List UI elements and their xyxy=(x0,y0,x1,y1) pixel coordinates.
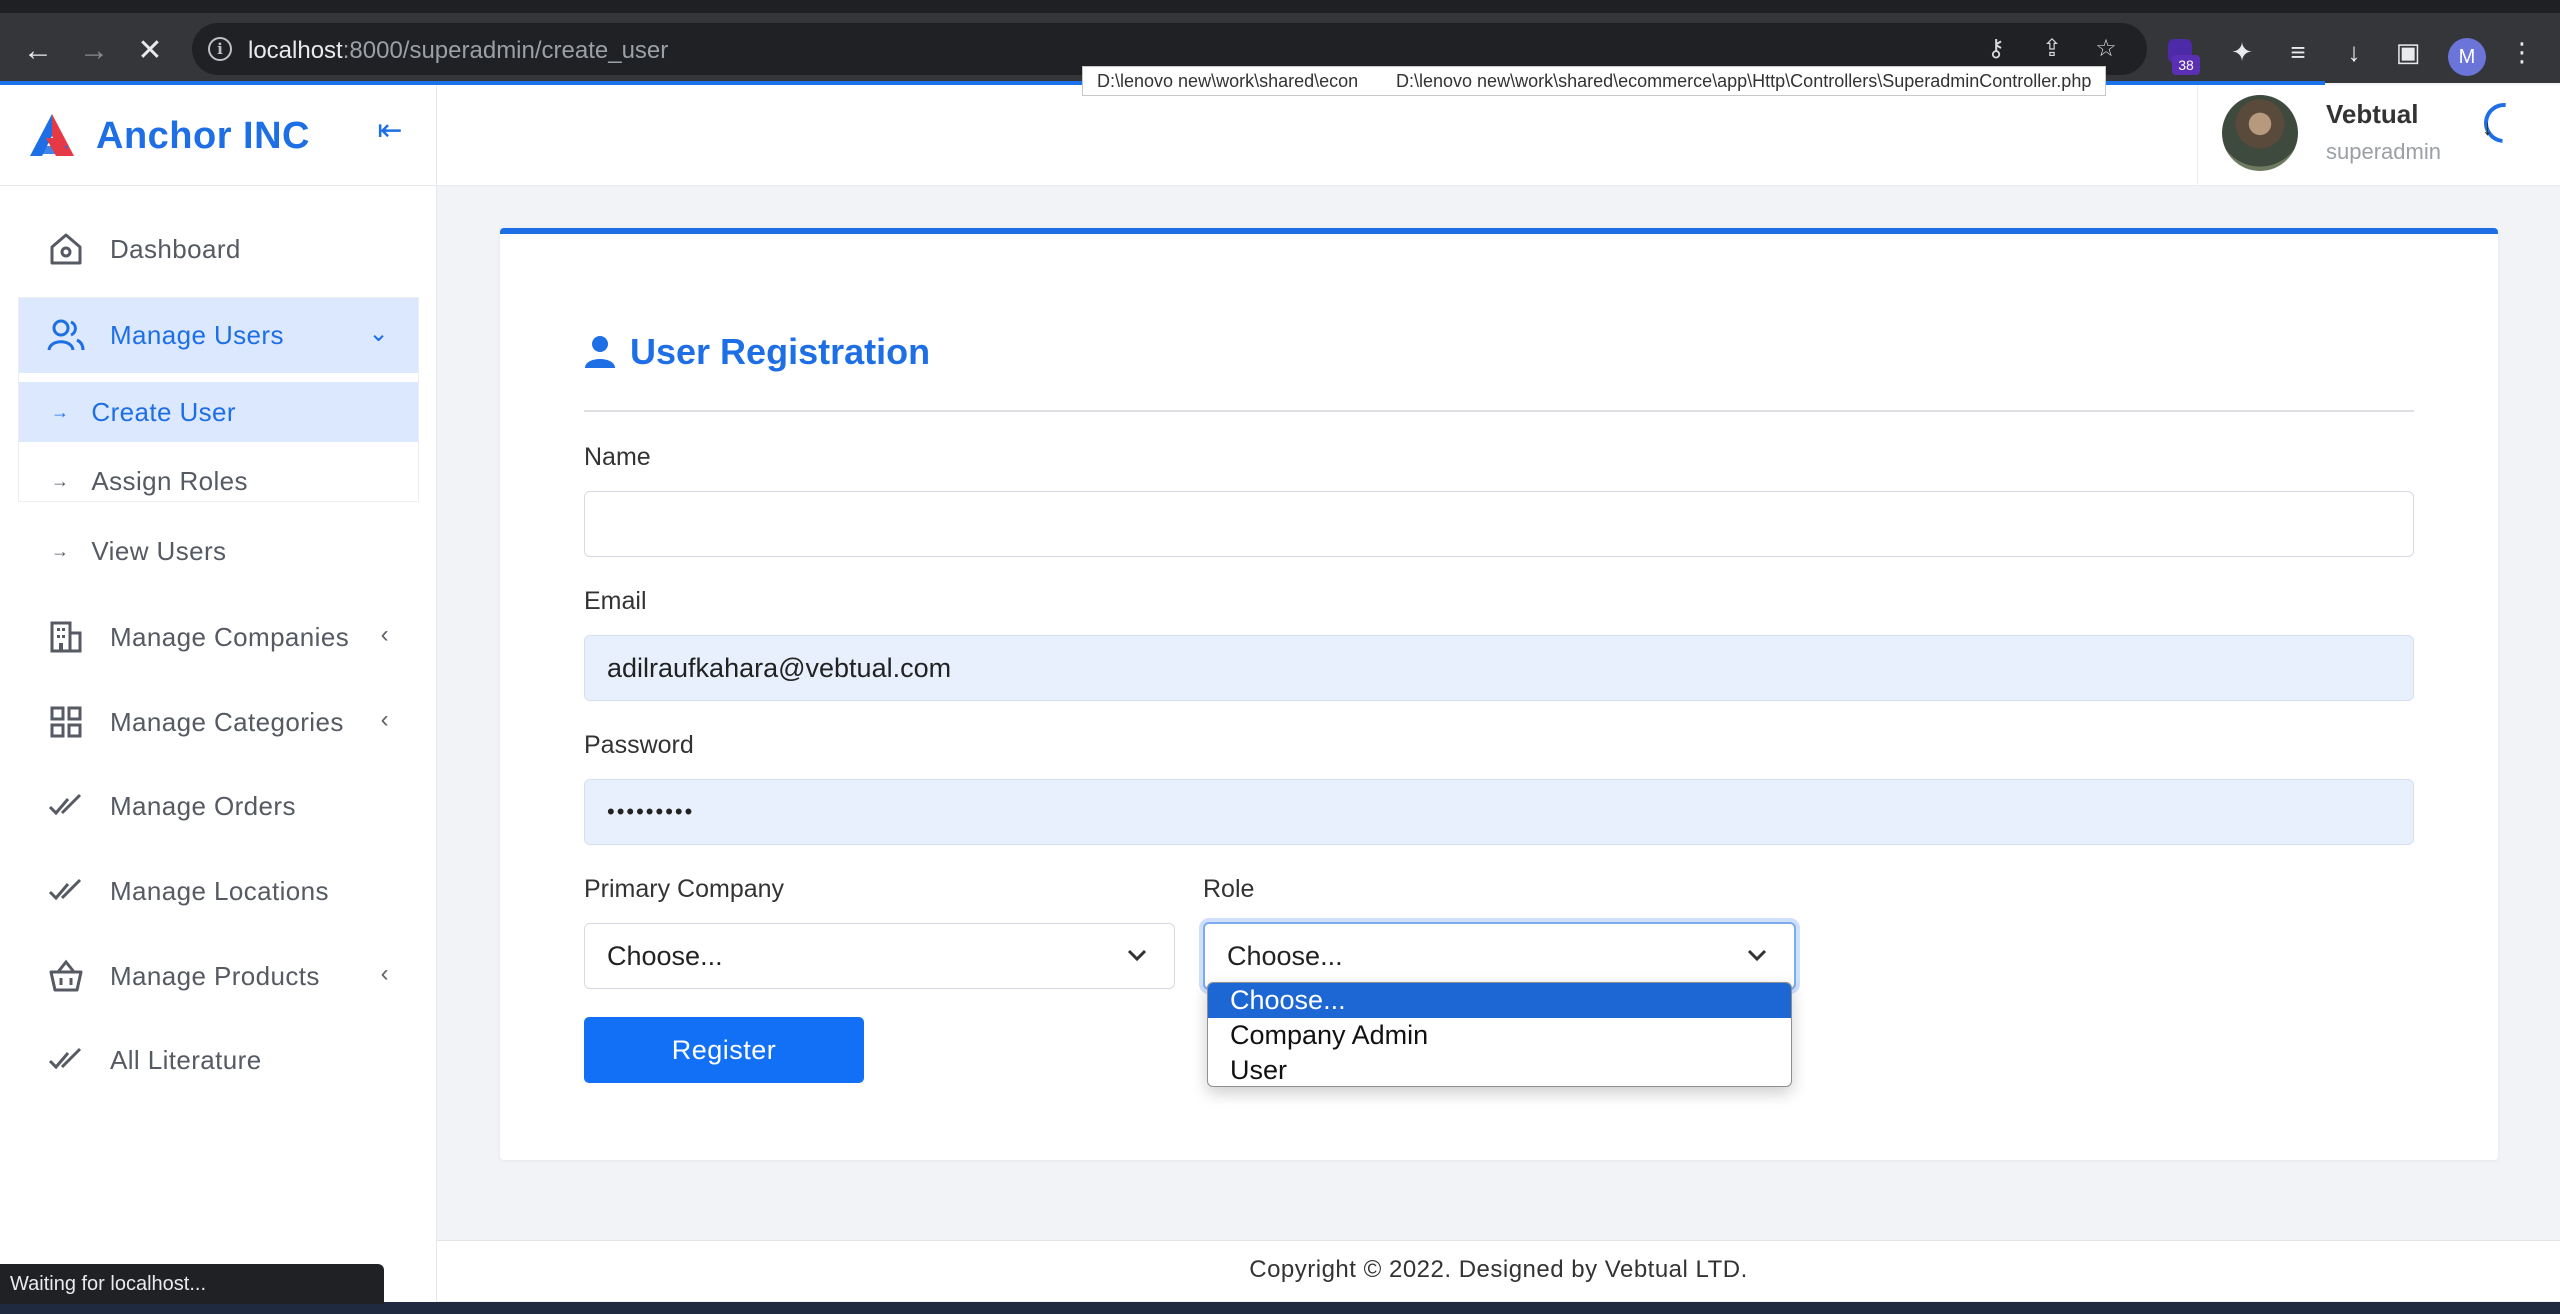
double-check-icon xyxy=(46,871,86,911)
chevron-down-icon xyxy=(1747,949,1767,962)
media-queue-icon[interactable]: ≡ xyxy=(2282,36,2314,68)
footer-copyright: Copyright © 2022. Designed by Vebtual LT… xyxy=(1249,1256,1748,1283)
chevron-down-icon xyxy=(1127,949,1147,962)
primary-company-value: Choose... xyxy=(607,940,723,971)
forward-arrow-icon[interactable]: → xyxy=(78,35,110,67)
submenu-item-view-users[interactable]: → View Users xyxy=(19,521,418,581)
double-check-icon xyxy=(46,1040,86,1080)
email-label: Email xyxy=(584,587,647,615)
side-panel-icon[interactable]: ▣ xyxy=(2392,36,2424,68)
collapse-sidebar-icon[interactable]: ⇤ xyxy=(372,113,408,149)
bookmark-star-icon[interactable]: ☆ xyxy=(2090,33,2122,65)
hover-tooltip: D:\lenovo new\work\shared\econ D:\lenovo… xyxy=(1082,66,2107,96)
submenu-item-create-user[interactable]: → Create User xyxy=(19,382,418,442)
kebab-menu-icon[interactable]: ⋮ xyxy=(2506,36,2538,68)
submenu-item-label: Create User xyxy=(91,396,236,427)
chevron-left-icon: ‹ xyxy=(380,706,389,733)
brand-name: Anchor INC xyxy=(96,114,310,157)
puzzle-extensions-icon[interactable]: ✦ xyxy=(2226,36,2258,68)
submenu-item-assign-roles[interactable]: → Assign Roles xyxy=(19,451,418,511)
arrow-right-icon: → xyxy=(51,401,70,422)
role-label: Role xyxy=(1203,875,1255,903)
chevron-left-icon: ‹ xyxy=(380,960,389,987)
role-option-user[interactable]: User xyxy=(1208,1053,1791,1086)
brand[interactable]: Anchor INC xyxy=(26,110,310,162)
sidebar-item-manage-products[interactable]: Manage Products ‹ xyxy=(18,938,419,1014)
stop-loading-icon[interactable]: ✕ xyxy=(134,35,166,67)
email-field[interactable]: adilraufkahara@vebtual.com xyxy=(584,635,2414,701)
password-label: Password xyxy=(584,731,694,759)
hover-path-truncated: D:\lenovo new\work\shared\econ xyxy=(1097,70,1359,91)
extension-badge: 38 xyxy=(2172,55,2200,75)
building-icon xyxy=(46,617,86,657)
basket-icon xyxy=(46,956,86,996)
sidebar-item-manage-locations[interactable]: Manage Locations xyxy=(18,853,419,929)
chevron-left-icon: ‹ xyxy=(380,621,389,648)
user-name: Vebtual xyxy=(2326,99,2419,129)
page-title: User Registration xyxy=(584,331,930,373)
role-dropdown-list: Choose... Company Admin User xyxy=(1207,982,1792,1087)
double-check-icon xyxy=(46,786,86,826)
site-info-icon[interactable]: i xyxy=(208,37,232,61)
submenu-item-label: Assign Roles xyxy=(91,465,248,496)
role-option-company-admin[interactable]: Company Admin xyxy=(1208,1018,1791,1053)
home-icon xyxy=(46,229,86,269)
title-divider xyxy=(584,410,2414,412)
password-field[interactable]: ••••••••• xyxy=(584,779,2414,845)
sidebar-item-label: Manage Companies xyxy=(110,621,350,652)
browser-status-bubble: Waiting for localhost... xyxy=(0,1264,384,1304)
role-value: Choose... xyxy=(1227,940,1343,971)
dropdown-arrow-icon[interactable]: ↓ xyxy=(2482,115,2493,141)
arrow-right-icon: → xyxy=(51,540,70,561)
page-title-text: User Registration xyxy=(630,331,931,372)
app-header: Vebtual superadmin ↓ xyxy=(437,85,2560,186)
user-role: superadmin xyxy=(2326,139,2441,164)
download-icon[interactable]: ↓ xyxy=(2338,36,2370,68)
sidebar-item-label: Manage Products xyxy=(110,960,320,991)
name-field[interactable] xyxy=(584,491,2414,557)
register-button[interactable]: Register xyxy=(584,1017,864,1083)
grid-icon xyxy=(46,702,86,742)
key-icon[interactable]: ⚷ xyxy=(1980,33,2012,65)
primary-company-select[interactable]: Choose... xyxy=(584,923,1175,989)
role-select[interactable]: Choose... xyxy=(1203,922,1796,990)
sidebar-item-label: Manage Orders xyxy=(110,790,296,821)
arrow-right-icon: → xyxy=(51,470,70,491)
submenu-item-label: View Users xyxy=(91,535,227,566)
name-label: Name xyxy=(584,443,651,471)
avatar[interactable] xyxy=(2222,95,2298,171)
sidebar-item-manage-orders[interactable]: Manage Orders xyxy=(18,768,419,844)
sidebar-item-dashboard[interactable]: Dashboard xyxy=(18,211,419,287)
browser-tab-strip xyxy=(0,0,2560,13)
sidebar-item-label: Manage Locations xyxy=(110,875,329,906)
browser-profile-avatar[interactable]: M xyxy=(2448,38,2486,76)
brand-divider xyxy=(0,185,437,186)
sidebar-item-manage-companies[interactable]: Manage Companies ‹ xyxy=(18,599,419,675)
hover-path-full: D:\lenovo new\work\shared\ecommerce\app\… xyxy=(1396,70,2092,91)
sidebar-item-manage-categories[interactable]: Manage Categories ‹ xyxy=(18,684,419,760)
sidebar-item-label: All Literature xyxy=(110,1044,262,1075)
sidebar-item-all-literature[interactable]: All Literature xyxy=(18,1022,419,1098)
taskbar-strip xyxy=(0,1302,2560,1314)
sidebar-item-label: Dashboard xyxy=(110,233,241,264)
back-arrow-icon[interactable]: ← xyxy=(22,35,54,67)
role-option-choose[interactable]: Choose... xyxy=(1208,983,1791,1018)
primary-company-label: Primary Company xyxy=(584,875,785,903)
address-url[interactable]: localhost:8000/superadmin/create_user xyxy=(248,37,668,65)
sidebar-item-label: Manage Categories xyxy=(110,706,344,737)
user-icon xyxy=(585,336,615,368)
share-icon[interactable]: ⇪ xyxy=(2036,33,2068,65)
anchor-logo-icon xyxy=(30,114,74,156)
